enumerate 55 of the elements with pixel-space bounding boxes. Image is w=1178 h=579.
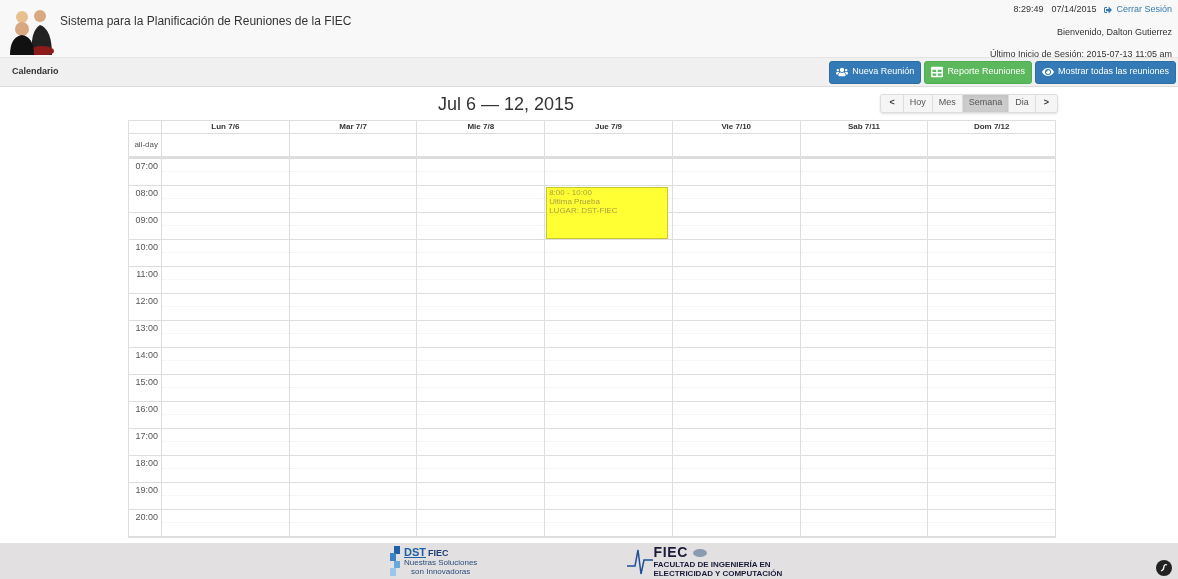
current-date: 07/14/2015 bbox=[1051, 3, 1097, 16]
view-tab[interactable]: Hoy bbox=[903, 94, 933, 112]
action-button[interactable]: Nueva Reunión bbox=[829, 60, 922, 84]
day-header: Jue 7/9 bbox=[594, 121, 623, 133]
welcome-text: Bienvenido, Dalton Gutierrez bbox=[1056, 25, 1172, 39]
hour-label: 09:00 bbox=[135, 214, 158, 227]
app-title: Sistema para la Planificación de Reuniones de la FIEC bbox=[60, 12, 352, 30]
logo-text: FIEC bbox=[653, 544, 689, 560]
day-header: Mar 7/7 bbox=[339, 121, 367, 133]
hour-label: 13:00 bbox=[135, 322, 158, 335]
clock-time: 8:29:49 bbox=[1013, 3, 1044, 16]
hour-label: 12:00 bbox=[135, 295, 158, 308]
hour-label: 14:00 bbox=[135, 349, 158, 362]
hour-label: 15:00 bbox=[135, 376, 158, 389]
all-day-label: all-day bbox=[134, 139, 158, 151]
eye-icon bbox=[1041, 66, 1054, 78]
hour-label: 17:00 bbox=[135, 430, 158, 443]
blocks-icon bbox=[390, 546, 400, 576]
logo-slogan: son Innovadoras bbox=[410, 567, 472, 576]
logout-link[interactable]: Cerrar Sesión bbox=[1104, 3, 1172, 17]
hour-label: 11:00 bbox=[136, 268, 158, 281]
action-button[interactable]: Mostrar todas las reuniones bbox=[1034, 60, 1176, 84]
day-header: Vie 7/10 bbox=[721, 121, 752, 133]
logo-text: DST bbox=[404, 546, 426, 558]
day-header: Sab 7/11 bbox=[847, 121, 880, 133]
hour-label: 07:00 bbox=[135, 160, 158, 173]
last-login-text: Último Inicio de Sesión: 2015-07-13 11:05 am bbox=[990, 48, 1172, 61]
hour-label: 08:00 bbox=[135, 187, 158, 200]
hour-label: 19:00 bbox=[135, 484, 158, 497]
day-header: Dom 7/12 bbox=[973, 121, 1010, 133]
day-header: Mie 7/8 bbox=[467, 121, 495, 133]
next-button[interactable]: > bbox=[1035, 94, 1057, 112]
calendar-event[interactable]: 8:00 - 10:00 Ultima Prueba LUGAR: DST-FIEC bbox=[546, 187, 668, 239]
page-title: Calendario bbox=[12, 65, 59, 79]
view-tab[interactable]: Mes bbox=[932, 94, 963, 112]
event-time: 8:00 - 10:00 bbox=[549, 188, 593, 197]
framework-logo-icon bbox=[1156, 560, 1172, 576]
logo-caption: FACULTAD DE INGENIERÍA EN bbox=[653, 559, 772, 569]
hour-label: 16:00 bbox=[135, 403, 158, 416]
hour-label: 10:00 bbox=[135, 241, 158, 254]
hour-label: 20:00 bbox=[135, 511, 158, 524]
view-tab[interactable]: Dia bbox=[1009, 94, 1036, 112]
previous-button[interactable]: < bbox=[881, 94, 904, 112]
people-icon bbox=[836, 66, 849, 78]
logo-caption: ELECTRICIDAD Y COMPUTACIÓN bbox=[653, 568, 783, 578]
view-tab[interactable]: Semana bbox=[962, 94, 1010, 112]
calendar-title: Jul 6 — 12, 2015 bbox=[438, 93, 575, 116]
logo-slogan: Nuestras Soluciones bbox=[404, 558, 478, 567]
hour-label: 18:00 bbox=[135, 457, 158, 470]
day-header: Lun 7/6 bbox=[211, 121, 240, 133]
event-title: Ultima Prueba bbox=[549, 197, 601, 206]
logo-text: FIEC bbox=[428, 548, 449, 558]
logout-icon bbox=[1104, 5, 1113, 14]
table-icon bbox=[931, 66, 944, 78]
event-place: LUGAR: DST-FIEC bbox=[549, 206, 619, 215]
